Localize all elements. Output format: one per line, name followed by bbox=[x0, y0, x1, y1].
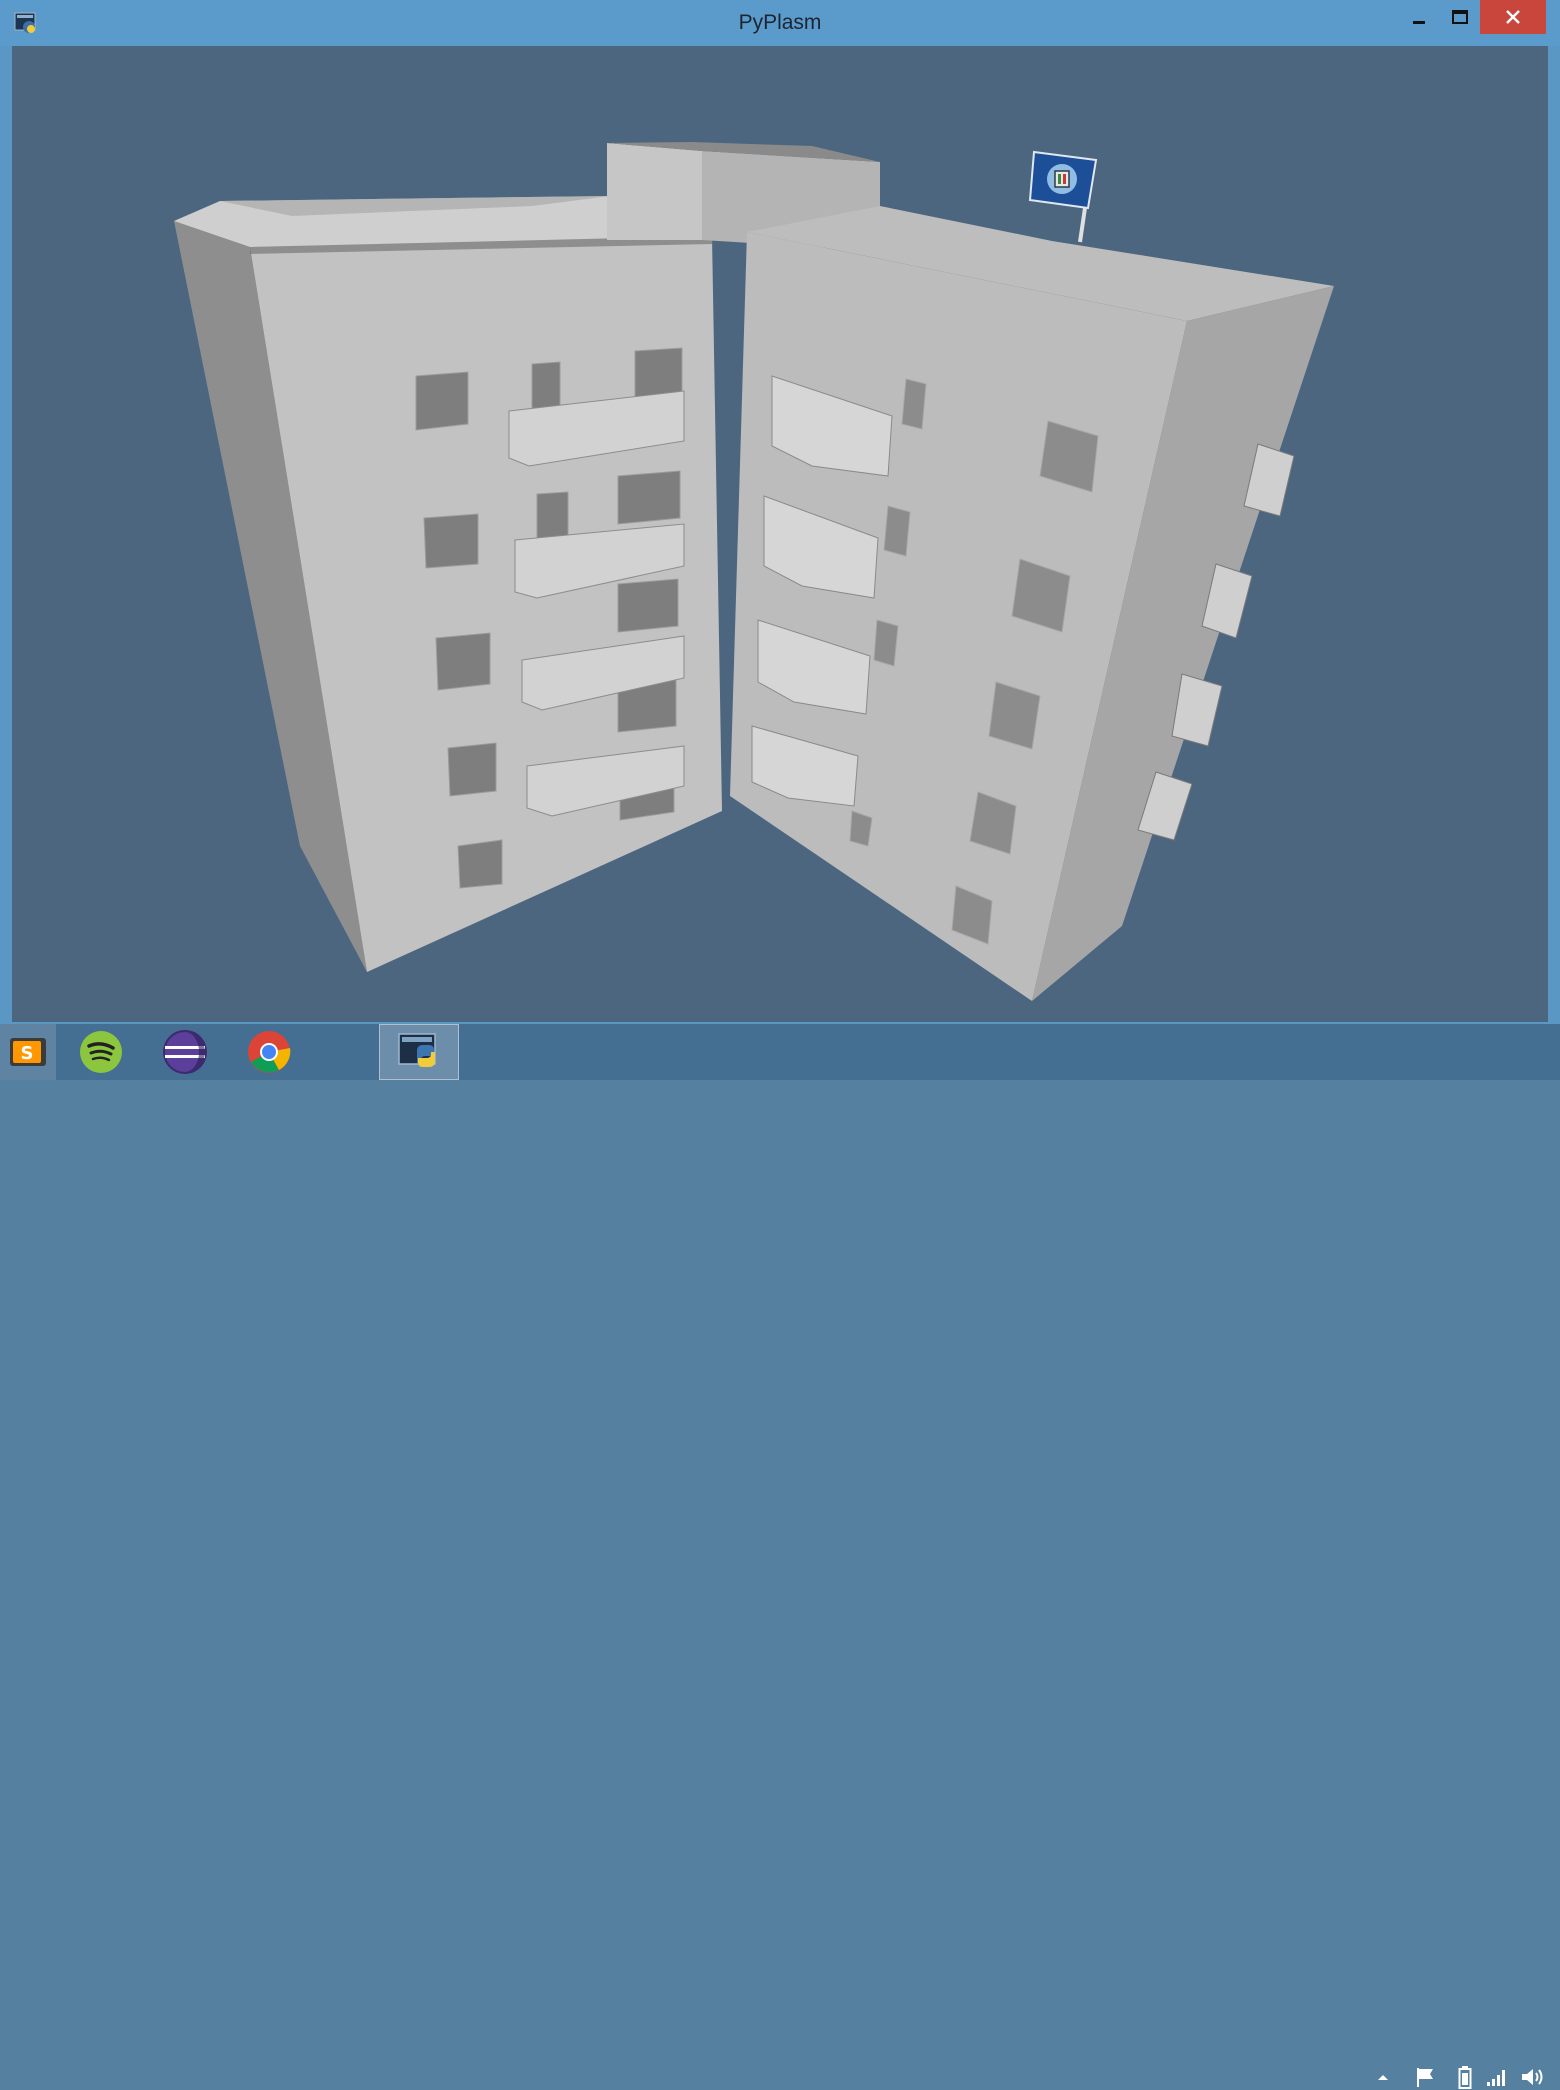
tower-front-face bbox=[607, 143, 702, 240]
minimize-icon bbox=[1413, 21, 1425, 24]
sublime-text-icon: S bbox=[10, 1038, 46, 1066]
taskbar-item-python-pyplasm[interactable] bbox=[379, 1024, 459, 1080]
volume-icon[interactable] bbox=[1520, 2064, 1546, 2090]
taskbar-item-spotify[interactable] bbox=[62, 1024, 140, 1080]
network-signal-icon[interactable] bbox=[1484, 2064, 1510, 2090]
taskbar-item-eclipse[interactable] bbox=[146, 1024, 224, 1080]
pyplasm-window: PyPlasm bbox=[0, 0, 1560, 1024]
spotify-icon bbox=[80, 1031, 122, 1073]
close-button[interactable] bbox=[1480, 0, 1546, 34]
title-bar[interactable]: PyPlasm bbox=[0, 0, 1560, 46]
window-title: PyPlasm bbox=[738, 11, 822, 34]
taskbar: S bbox=[0, 1024, 1560, 2089]
action-center-flag-icon[interactable] bbox=[1412, 2064, 1438, 2090]
maximize-button[interactable] bbox=[1441, 0, 1479, 34]
maximize-icon bbox=[1452, 10, 1468, 24]
show-hidden-icons-chevron[interactable] bbox=[1370, 2064, 1396, 2090]
flag-emblem-icon bbox=[1028, 150, 1098, 210]
python-icon bbox=[398, 1033, 436, 1067]
minimize-button[interactable] bbox=[1400, 0, 1438, 34]
chrome-icon bbox=[248, 1031, 291, 1073]
building-model bbox=[174, 142, 1334, 1001]
battery-icon[interactable] bbox=[1452, 2064, 1478, 2090]
close-icon bbox=[1506, 10, 1520, 24]
eclipse-icon bbox=[163, 1030, 207, 1074]
3d-viewport[interactable] bbox=[12, 46, 1548, 1022]
svg-text:S: S bbox=[21, 1043, 34, 1064]
taskbar-item-sublime-text[interactable]: S bbox=[0, 1024, 56, 1080]
taskbar-item-chrome[interactable] bbox=[230, 1024, 308, 1080]
